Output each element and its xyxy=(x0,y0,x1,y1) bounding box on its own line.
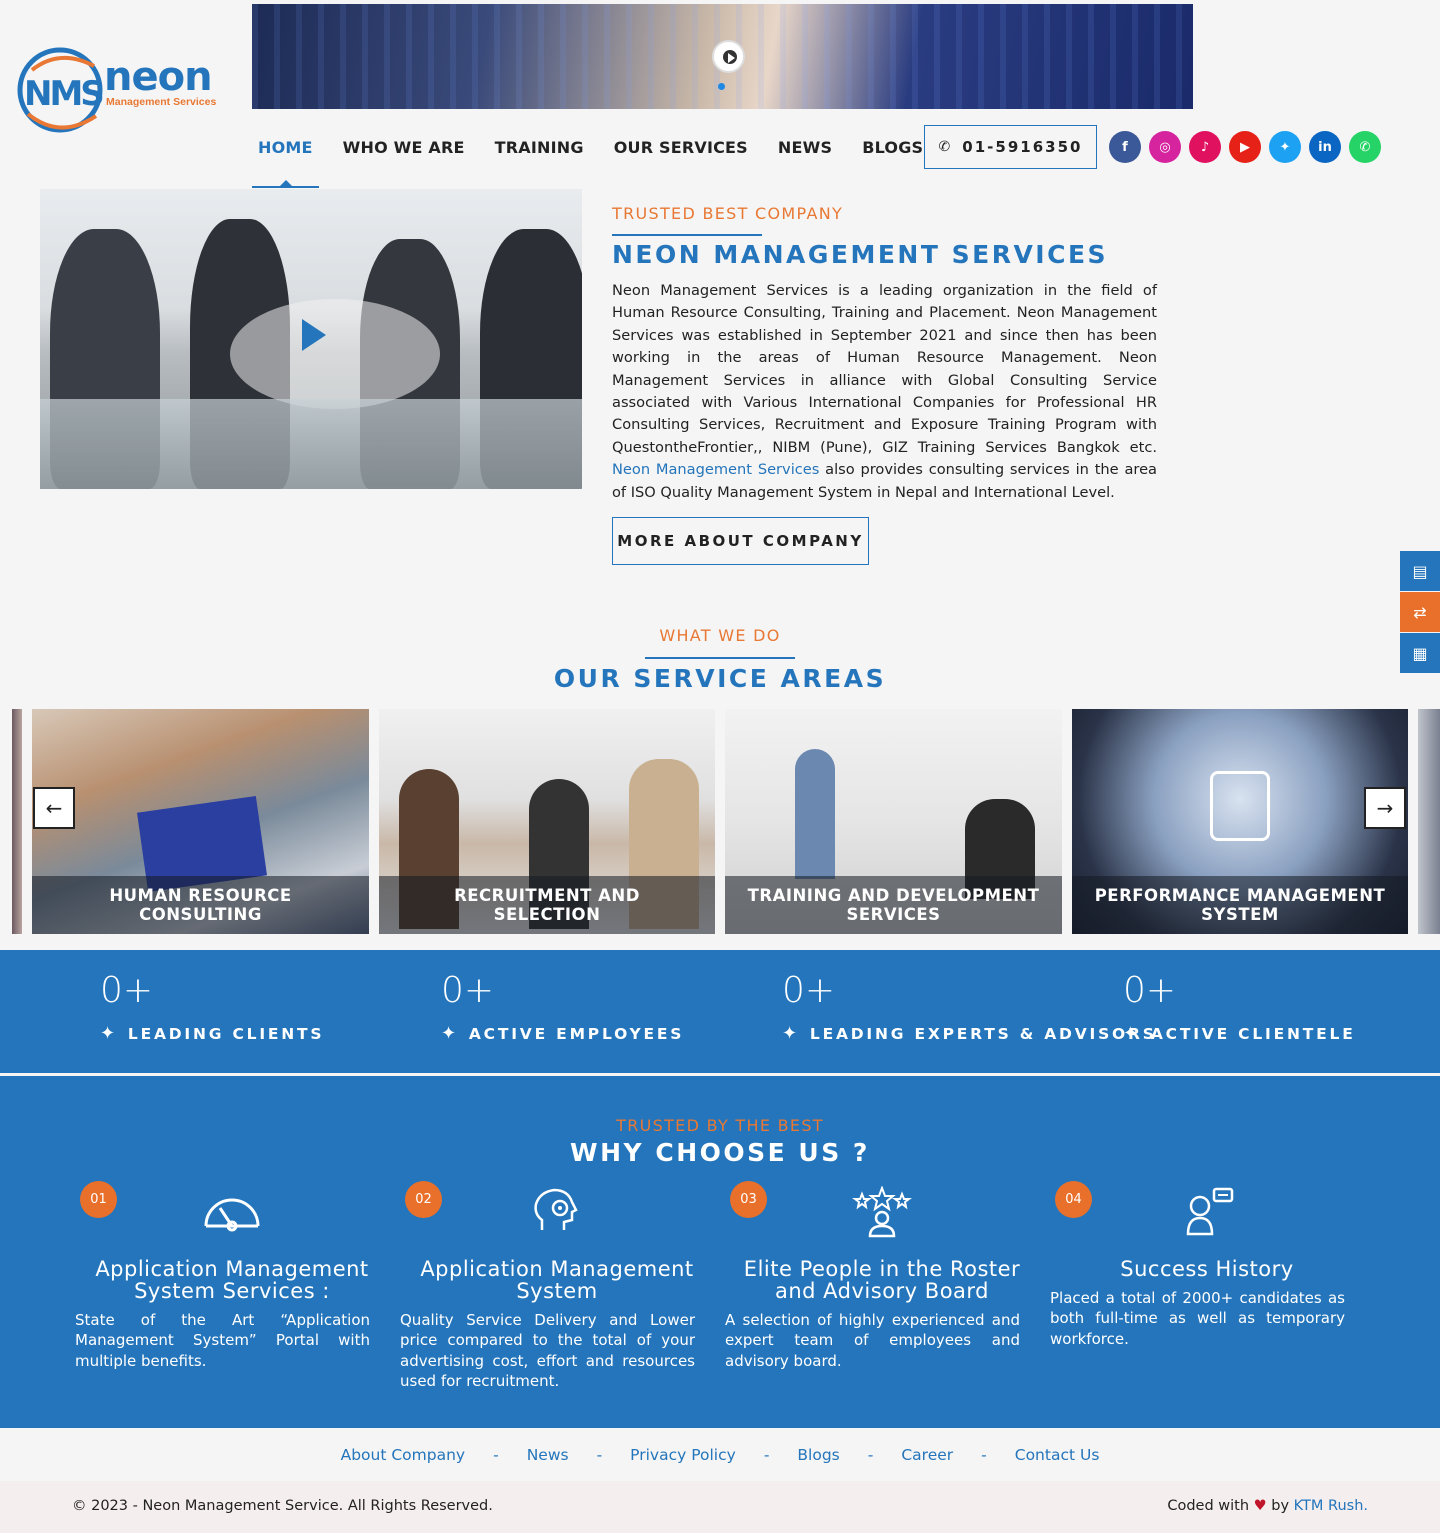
about-paragraph: Neon Management Services is a leading or… xyxy=(612,282,1157,501)
feature-description: Quality Service Delivery and Lower price… xyxy=(400,1311,695,1391)
sparkle-icon: ✦ xyxy=(782,1023,800,1044)
step-badge: 01 xyxy=(80,1181,117,1218)
phone-icon: ✆ xyxy=(938,139,953,155)
footer-bottom-bar: © 2023 - Neon Management Service. All Ri… xyxy=(0,1481,1440,1533)
service-card-label: PERFORMANCE MANAGEMENT SYSTEM xyxy=(1072,876,1408,934)
sparkle-icon: ✦ xyxy=(441,1023,459,1044)
floating-side-tabs: ▤ ⇄ ▦ xyxy=(1400,551,1440,674)
stats-band: 0+ ✦ LEADING CLIENTS 0+ ✦ ACTIVE EMPLOYEES… xyxy=(0,950,1440,1073)
logo-wordmark: neon xyxy=(104,54,213,100)
stat-value: 0+ xyxy=(782,970,836,1011)
step-badge: 03 xyxy=(730,1181,767,1218)
service-card-partial xyxy=(12,709,22,934)
services-eyebrow: WHAT WE DO xyxy=(659,626,781,645)
instagram-icon[interactable]: ◎ xyxy=(1149,131,1181,163)
about-inline-link[interactable]: Neon Management Services xyxy=(612,461,819,478)
footer-link-news[interactable]: News xyxy=(527,1446,569,1464)
carousel-next-button[interactable]: → xyxy=(1364,787,1406,829)
logo-tagline: Management Services xyxy=(106,96,217,108)
stat-value: 0+ xyxy=(441,970,495,1011)
site-logo[interactable]: NMS neon Management Services xyxy=(14,44,217,140)
eyebrow-divider xyxy=(612,234,762,236)
author-link[interactable]: KTM Rush. xyxy=(1294,1498,1368,1514)
support-agent-icon xyxy=(1186,1187,1234,1236)
hero-video-banner[interactable] xyxy=(252,4,1193,109)
credit-by: by xyxy=(1271,1498,1290,1514)
stat-label: LEADING EXPERTS & ADVISORS xyxy=(809,1024,1157,1043)
service-card-label: TRAINING AND DEVELOPMENT SERVICES xyxy=(725,876,1062,934)
why-eyebrow: TRUSTED BY THE BEST xyxy=(616,1116,824,1135)
stat-label: ACTIVE CLIENTELE xyxy=(1150,1024,1356,1043)
sparkle-icon: ✦ xyxy=(1123,1023,1141,1044)
play-video-icon[interactable] xyxy=(302,319,326,351)
footer-link-privacy[interactable]: Privacy Policy xyxy=(630,1446,736,1464)
twitter-icon[interactable]: ✦ xyxy=(1269,131,1301,163)
logo-monogram: NMS xyxy=(24,74,105,114)
credit: Coded with ♥ by KTM Rush. xyxy=(1167,1498,1368,1514)
tiktok-icon[interactable]: ♪ xyxy=(1189,131,1221,163)
service-card-label: HUMAN RESOURCE CONSULTING xyxy=(32,876,369,934)
footer-link-career[interactable]: Career xyxy=(901,1446,953,1464)
feature-description: State of the Art “Application Management… xyxy=(75,1311,370,1370)
step-badge: 04 xyxy=(1055,1181,1092,1218)
slider-dot[interactable] xyxy=(718,83,725,90)
footer-link-about[interactable]: About Company xyxy=(341,1446,466,1464)
nav-home[interactable]: HOME xyxy=(252,124,319,188)
footer-link-blogs[interactable]: Blogs xyxy=(797,1446,839,1464)
whatsapp-icon[interactable]: ✆ xyxy=(1349,131,1381,163)
stat-label: LEADING CLIENTS xyxy=(127,1024,325,1043)
star-person-icon xyxy=(852,1186,912,1238)
phone-number: 01-5916350 xyxy=(962,138,1083,156)
service-card-partial xyxy=(1418,709,1440,934)
copyright-text: © 2023 - Neon Management Service. All Ri… xyxy=(72,1498,493,1514)
service-card[interactable]: RECRUITMENT AND SELECTION xyxy=(379,709,715,934)
about-video-thumbnail[interactable] xyxy=(40,189,582,489)
stat-value: 0+ xyxy=(100,970,154,1011)
service-card[interactable]: TRAINING AND DEVELOPMENT SERVICES xyxy=(725,709,1062,934)
play-video-icon[interactable] xyxy=(712,40,745,73)
service-card[interactable]: HUMAN RESOURCE CONSULTING xyxy=(32,709,369,934)
speedometer-icon xyxy=(204,1198,260,1232)
service-card-label: RECRUITMENT AND SELECTION xyxy=(379,876,715,934)
footer-link-contact[interactable]: Contact Us xyxy=(1015,1446,1100,1464)
carousel-prev-button[interactable]: ← xyxy=(33,787,75,829)
stat-item: 0+ ✦ ACTIVE CLIENTELE xyxy=(1123,970,1356,1044)
service-card[interactable]: PERFORMANCE MANAGEMENT SYSTEM xyxy=(1072,709,1408,934)
about-title: NEON MANAGEMENT SERVICES xyxy=(612,240,1109,269)
feature-description: A selection of highly experienced and ex… xyxy=(725,1311,1020,1370)
chart-icon[interactable]: ▤ xyxy=(1400,551,1440,591)
sparkle-icon: ✦ xyxy=(100,1023,118,1044)
stat-value: 0+ xyxy=(1123,970,1177,1011)
services-title: OUR SERVICE AREAS xyxy=(553,664,887,693)
credit-prefix: Coded with xyxy=(1167,1498,1250,1514)
linkedin-icon[interactable]: in xyxy=(1309,131,1341,163)
why-title: WHY CHOOSE US ? xyxy=(570,1138,870,1167)
youtube-icon[interactable]: ▶ xyxy=(1229,131,1261,163)
brain-gear-icon xyxy=(534,1188,578,1230)
feature-title: Application Management System Services : xyxy=(95,1257,369,1303)
feature-title: Elite People in the Roster and Advisory … xyxy=(743,1257,1021,1303)
stat-item: 0+ ✦ LEADING EXPERTS & ADVISORS xyxy=(782,970,1157,1044)
nav-training[interactable]: TRAINING xyxy=(489,124,584,188)
nav-our-services[interactable]: OUR SERVICES xyxy=(608,124,748,188)
nav-news[interactable]: NEWS xyxy=(772,124,832,188)
heart-icon: ♥ xyxy=(1253,1498,1267,1514)
more-about-button[interactable]: MORE ABOUT COMPANY xyxy=(612,517,869,565)
social-links: f ◎ ♪ ▶ ✦ in ✆ xyxy=(1109,131,1389,163)
nav-who-we-are[interactable]: WHO WE ARE xyxy=(337,124,465,188)
eyebrow-divider xyxy=(645,657,795,659)
phone-button[interactable]: ✆ 01-5916350 xyxy=(924,125,1097,169)
stat-label: ACTIVE EMPLOYEES xyxy=(468,1024,685,1043)
about-eyebrow: TRUSTED BEST COMPANY xyxy=(612,204,844,223)
step-badge: 02 xyxy=(405,1181,442,1218)
feature-description: Placed a total of 2000+ candidates as bo… xyxy=(1050,1289,1345,1348)
facebook-icon[interactable]: f xyxy=(1109,131,1141,163)
feature-title: Success History xyxy=(1120,1257,1294,1281)
stat-item: 0+ ✦ LEADING CLIENTS xyxy=(100,970,324,1044)
feature-title: Application Management System xyxy=(420,1257,694,1303)
footer-links: About Company - News - Privacy Policy - … xyxy=(0,1428,1440,1481)
nav-blogs[interactable]: BLOGS xyxy=(856,124,923,188)
stat-item: 0+ ✦ ACTIVE EMPLOYEES xyxy=(441,970,684,1044)
